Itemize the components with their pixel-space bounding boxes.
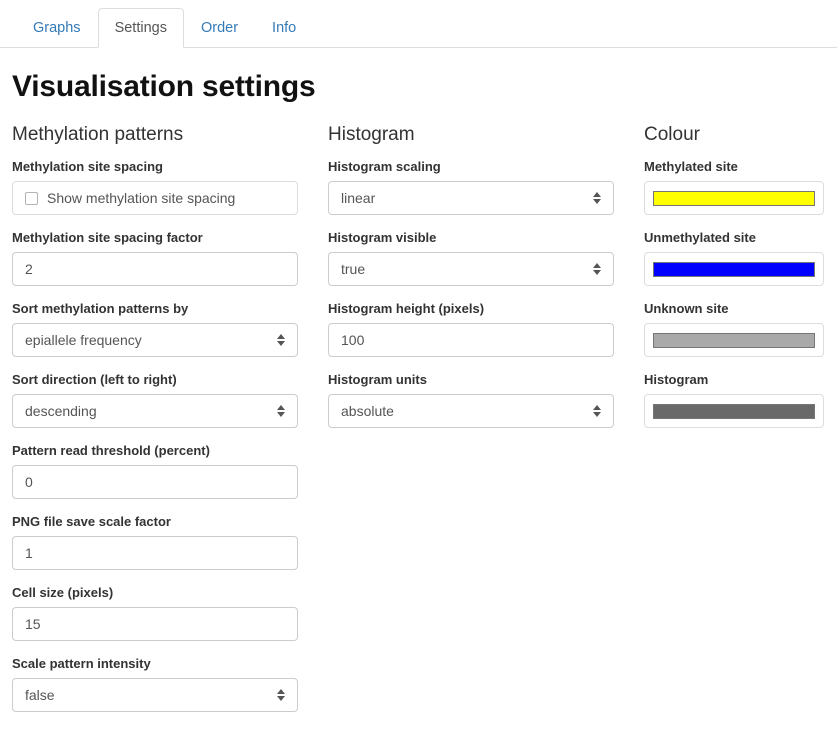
field-scale-pattern-intensity: Scale pattern intensity false — [12, 655, 298, 712]
section-heading-colour: Colour — [644, 124, 700, 145]
cell-size-input[interactable]: 15 — [12, 607, 298, 641]
field-sort-direction: Sort direction (left to right) descendin… — [12, 371, 298, 428]
label-histogram-scaling: Histogram scaling — [328, 159, 441, 174]
tab-settings-label: Settings — [114, 20, 167, 36]
field-histogram-height: Histogram height (pixels) 100 — [328, 300, 614, 357]
label-unmethylated-site-colour: Unmethylated site — [644, 230, 756, 245]
label-pattern-read-threshold: Pattern read threshold (percent) — [12, 443, 210, 458]
show-methylation-site-spacing-checkbox[interactable]: Show methylation site spacing — [12, 181, 298, 215]
section-heading-histogram: Histogram — [328, 124, 415, 145]
histogram-scaling-select[interactable]: linear — [328, 181, 614, 215]
tab-settings[interactable]: Settings — [97, 8, 184, 48]
histogram-visible-select[interactable]: true — [328, 252, 614, 286]
sort-patterns-by-select[interactable]: epiallele frequency — [12, 323, 298, 357]
field-png-scale-factor: PNG file save scale factor 1 — [12, 513, 298, 570]
tab-graphs[interactable]: Graphs — [16, 8, 98, 48]
main-tab-bar: Graphs Settings Order Info — [0, 0, 837, 48]
stepper-arrows-icon[interactable] — [593, 261, 601, 277]
label-histogram-visible: Histogram visible — [328, 230, 437, 245]
methylated-site-color-picker[interactable] — [644, 181, 824, 215]
sort-patterns-by-value: epiallele frequency — [25, 332, 142, 348]
unknown-site-color-picker[interactable] — [644, 323, 824, 357]
label-histogram-colour: Histogram — [644, 372, 709, 387]
field-pattern-read-threshold: Pattern read threshold (percent) 0 — [12, 442, 298, 499]
field-cell-size: Cell size (pixels) 15 — [12, 584, 298, 641]
scale-pattern-intensity-select[interactable]: false — [12, 678, 298, 712]
field-methylation-site-spacing: Methylation site spacing Show methylatio… — [12, 158, 298, 215]
unmethylated-site-color-swatch[interactable] — [653, 261, 815, 277]
field-methylated-site-colour: Methylated site — [644, 158, 824, 215]
field-histogram-colour: Histogram — [644, 371, 824, 428]
png-scale-factor-value: 1 — [25, 545, 33, 561]
label-histogram-height: Histogram height (pixels) — [328, 301, 485, 316]
page-title: Visualisation settings — [12, 70, 316, 103]
tab-order[interactable]: Order — [184, 8, 255, 48]
cell-size-value: 15 — [25, 616, 41, 632]
label-sort-direction: Sort direction (left to right) — [12, 372, 177, 387]
section-heading-methylation-patterns: Methylation patterns — [12, 124, 184, 145]
show-methylation-site-spacing-label: Show methylation site spacing — [47, 190, 236, 206]
tab-graphs-label: Graphs — [33, 20, 81, 36]
stepper-arrows-icon[interactable] — [593, 190, 601, 206]
section-colour: Colour Methylated site Unmethylated site… — [644, 124, 824, 442]
field-unmethylated-site-colour: Unmethylated site — [644, 229, 824, 286]
histogram-visible-value: true — [341, 261, 366, 277]
label-histogram-units: Histogram units — [328, 372, 427, 387]
label-scale-pattern-intensity: Scale pattern intensity — [12, 656, 151, 671]
spacing-factor-input[interactable]: 2 — [12, 252, 298, 286]
field-sort-patterns-by: Sort methylation patterns by epiallele f… — [12, 300, 298, 357]
label-spacing-factor: Methylation site spacing factor — [12, 230, 203, 245]
stepper-arrows-icon[interactable] — [593, 403, 601, 419]
scale-pattern-intensity-value: false — [25, 687, 55, 703]
histogram-scaling-value: linear — [341, 190, 376, 206]
checkbox-unchecked-icon[interactable] — [25, 191, 38, 205]
field-histogram-visible: Histogram visible true — [328, 229, 614, 286]
sort-direction-select[interactable]: descending — [12, 394, 298, 428]
sort-direction-value: descending — [25, 403, 97, 419]
section-histogram: Histogram Histogram scaling linear Histo… — [328, 124, 614, 442]
spacing-factor-value: 2 — [25, 261, 33, 277]
settings-columns: Methylation patterns Methylation site sp… — [0, 124, 837, 726]
histogram-height-value: 100 — [341, 332, 365, 348]
tab-info[interactable]: Info — [255, 8, 313, 48]
label-methylated-site-colour: Methylated site — [644, 159, 738, 174]
histogram-units-value: absolute — [341, 403, 394, 419]
field-spacing-factor: Methylation site spacing factor 2 — [12, 229, 298, 286]
section-methylation-patterns: Methylation patterns Methylation site sp… — [12, 124, 298, 726]
stepper-arrows-icon[interactable] — [277, 403, 285, 419]
unknown-site-color-swatch[interactable] — [653, 332, 815, 348]
methylated-site-color-swatch[interactable] — [653, 190, 815, 206]
label-sort-patterns-by: Sort methylation patterns by — [12, 301, 189, 316]
tab-info-label: Info — [272, 20, 297, 36]
png-scale-factor-input[interactable]: 1 — [12, 536, 298, 570]
label-unknown-site-colour: Unknown site — [644, 301, 729, 316]
unmethylated-site-color-picker[interactable] — [644, 252, 824, 286]
field-histogram-units: Histogram units absolute — [328, 371, 614, 428]
field-histogram-scaling: Histogram scaling linear — [328, 158, 614, 215]
label-png-scale-factor: PNG file save scale factor — [12, 514, 171, 529]
stepper-arrows-icon[interactable] — [277, 687, 285, 703]
label-methylation-site-spacing: Methylation site spacing — [12, 159, 163, 174]
histogram-units-select[interactable]: absolute — [328, 394, 614, 428]
label-cell-size: Cell size (pixels) — [12, 585, 114, 600]
histogram-color-picker[interactable] — [644, 394, 824, 428]
stepper-arrows-icon[interactable] — [277, 332, 285, 348]
histogram-color-swatch[interactable] — [653, 403, 815, 419]
histogram-height-input[interactable]: 100 — [328, 323, 614, 357]
pattern-read-threshold-input[interactable]: 0 — [12, 465, 298, 499]
field-unknown-site-colour: Unknown site — [644, 300, 824, 357]
tab-order-label: Order — [200, 20, 239, 36]
pattern-read-threshold-value: 0 — [25, 474, 33, 490]
